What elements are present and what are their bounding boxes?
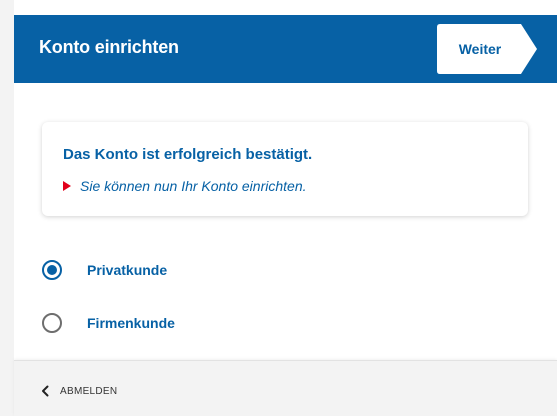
radio-privatkunde[interactable]: [42, 260, 62, 280]
header-bar: Konto einrichten Weiter: [14, 15, 557, 83]
option-firmenkunde[interactable]: Firmenkunde: [42, 311, 175, 335]
logout-link[interactable]: ABMELDEN: [40, 385, 117, 397]
left-gutter: [0, 0, 14, 416]
radio-firmenkunde[interactable]: [42, 313, 62, 333]
next-button-label: Weiter: [458, 41, 502, 57]
next-button[interactable]: Weiter: [437, 24, 537, 74]
success-message-title: Das Konto ist erfolgreich bestätigt.: [63, 146, 313, 163]
setup-card: Konto einrichten Weiter Das Konto ist er…: [14, 0, 557, 416]
success-message-subtitle-row: Sie können nun Ihr Konto einrichten.: [63, 178, 307, 194]
chevron-left-icon: [42, 385, 49, 397]
logout-label: ABMELDEN: [60, 385, 118, 397]
success-message-box: Das Konto ist erfolgreich bestätigt. Sie…: [42, 122, 528, 216]
footer-bar: ABMELDEN: [14, 360, 557, 416]
option-firmenkunde-label: Firmenkunde: [87, 315, 175, 331]
success-message-subtitle: Sie können nun Ihr Konto einrichten.: [80, 178, 307, 194]
page-title: Konto einrichten: [39, 37, 179, 57]
option-privatkunde[interactable]: Privatkunde: [42, 258, 167, 282]
option-privatkunde-label: Privatkunde: [87, 262, 168, 278]
red-triangle-arrow-icon: [63, 181, 71, 191]
